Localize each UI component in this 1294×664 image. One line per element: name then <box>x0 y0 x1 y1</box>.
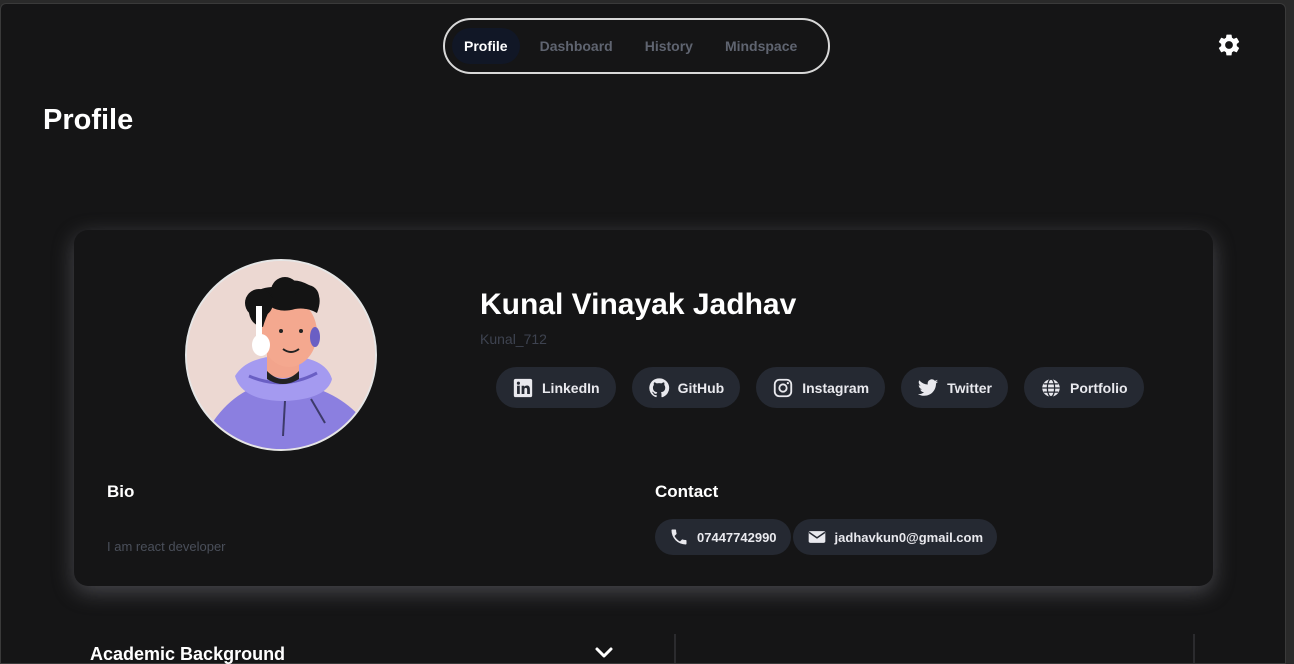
contact-heading: Contact <box>655 482 719 501</box>
github-label: GitHub <box>677 379 725 396</box>
twitter-button[interactable]: Twitter <box>901 367 1008 408</box>
profile-username: Kunal_712 <box>480 331 547 347</box>
avatar <box>185 259 377 451</box>
tab-history[interactable]: History <box>633 28 705 64</box>
right-panel <box>674 634 1195 663</box>
instagram-icon <box>774 378 793 397</box>
bio-text: I am react developer <box>107 539 226 554</box>
profile-card: Kunal Vinayak Jadhav Kunal_712 LinkedIn … <box>74 230 1213 586</box>
twitter-icon <box>918 378 939 396</box>
github-button[interactable]: GitHub <box>631 367 741 408</box>
bio-heading: Bio <box>107 482 135 501</box>
top-nav: Profile Dashboard History Mindspace <box>443 18 830 74</box>
profile-name: Kunal Vinayak Jadhav <box>480 288 797 321</box>
contact-list: 07447742990 jadhavkun0@gmail.com <box>655 519 998 555</box>
phone-number: 07447742990 <box>697 529 777 545</box>
social-links: LinkedIn GitHub Instagram Twitter Portfo… <box>496 367 1144 408</box>
avatar-illustration <box>187 261 375 449</box>
instagram-button[interactable]: Instagram <box>756 367 886 408</box>
twitter-label: Twitter <box>947 379 992 396</box>
page-title: Profile <box>43 104 134 136</box>
instagram-label: Instagram <box>802 379 870 396</box>
linkedin-label: LinkedIn <box>542 379 600 396</box>
gear-icon[interactable] <box>1216 32 1242 58</box>
portfolio-label: Portfolio <box>1070 379 1128 396</box>
linkedin-button[interactable]: LinkedIn <box>496 367 616 408</box>
tab-dashboard[interactable]: Dashboard <box>528 28 625 64</box>
phone-icon <box>671 529 687 545</box>
tab-mindspace[interactable]: Mindspace <box>713 28 809 64</box>
app-window: Profile Dashboard History Mindspace Prof… <box>0 3 1286 664</box>
email-address: jadhavkun0@gmail.com <box>834 529 984 545</box>
tab-profile[interactable]: Profile <box>452 28 520 64</box>
portfolio-button[interactable]: Portfolio <box>1024 367 1144 408</box>
email-button[interactable]: jadhavkun0@gmail.com <box>792 519 998 555</box>
phone-button[interactable]: 07447742990 <box>655 519 791 555</box>
github-icon <box>648 377 669 397</box>
academic-heading: Academic Background <box>90 644 286 664</box>
globe-icon <box>1042 378 1060 397</box>
chevron-down-icon[interactable] <box>594 645 614 661</box>
linkedin-icon <box>513 378 533 397</box>
envelope-icon <box>808 531 825 543</box>
